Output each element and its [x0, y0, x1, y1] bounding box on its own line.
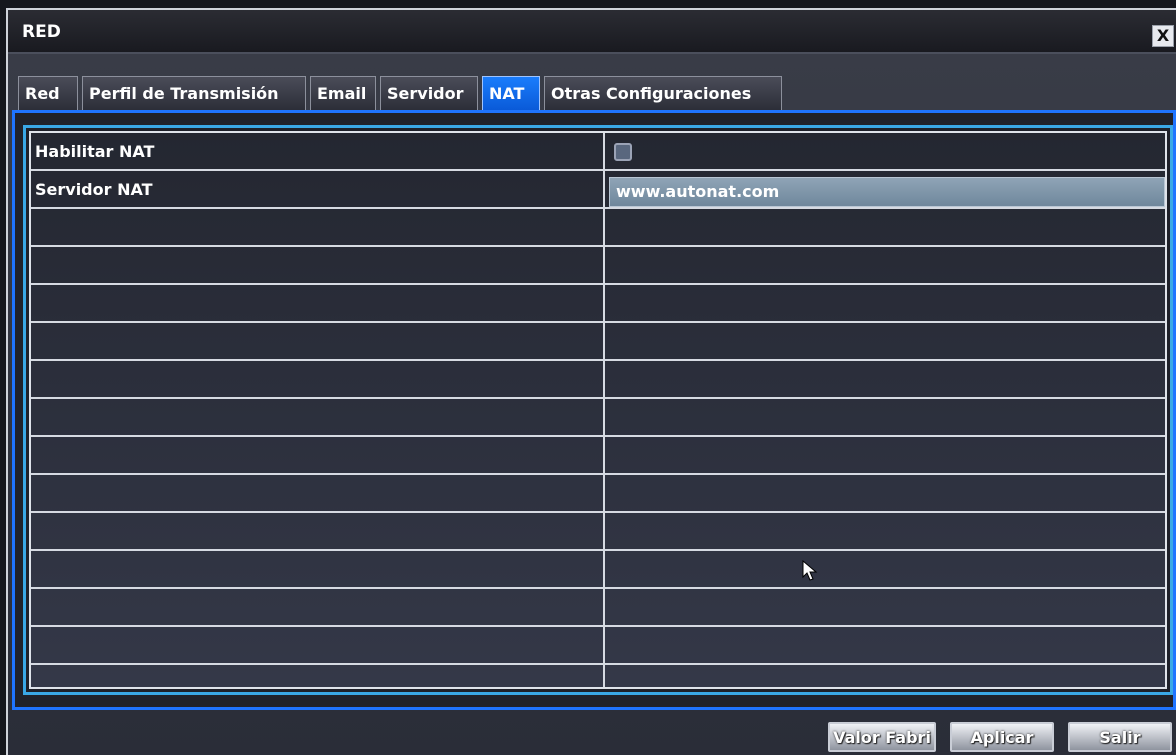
tab-bar: Red Perfil de Transmisión Email Servidor… [18, 76, 786, 112]
table-row: Servidor NAT www.autonat.com [31, 171, 1165, 209]
nat-server-input[interactable]: www.autonat.com [609, 177, 1165, 207]
apply-button[interactable]: Aplicar [950, 722, 1054, 752]
table-row [31, 665, 1165, 687]
table-row [31, 513, 1165, 551]
nat-server-cell: www.autonat.com [605, 171, 1165, 207]
table-row: Habilitar NAT [31, 133, 1165, 171]
tab-email[interactable]: Email [310, 76, 376, 110]
table-row [31, 627, 1165, 665]
settings-table: Habilitar NAT Servidor NAT www.autonat.c… [29, 131, 1167, 689]
close-icon[interactable]: X [1152, 25, 1174, 47]
table-row [31, 589, 1165, 627]
table-row [31, 551, 1165, 589]
dialog-buttons: Valor Fabri Aplicar Salir [814, 722, 1172, 752]
table-row [31, 285, 1165, 323]
window-title: RED [22, 22, 61, 42]
settings-grid: Habilitar NAT Servidor NAT www.autonat.c… [23, 125, 1173, 695]
table-row [31, 209, 1165, 247]
tab-nat[interactable]: NAT [482, 76, 540, 110]
table-row [31, 323, 1165, 361]
title-bar: RED X [8, 10, 1176, 54]
network-settings-window: RED X Red Perfil de Transmisión Email Se… [6, 8, 1176, 755]
table-row [31, 475, 1165, 513]
tab-servidor[interactable]: Servidor [380, 76, 478, 110]
enable-nat-cell [605, 133, 1165, 169]
table-row [31, 361, 1165, 399]
tab-content-panel: Habilitar NAT Servidor NAT www.autonat.c… [12, 110, 1176, 710]
enable-nat-label: Habilitar NAT [35, 141, 155, 161]
tab-red[interactable]: Red [18, 76, 78, 110]
mouse-cursor-icon [802, 560, 818, 581]
table-row [31, 247, 1165, 285]
exit-button[interactable]: Salir [1068, 722, 1172, 752]
table-row [31, 399, 1165, 437]
tab-otras-configuraciones[interactable]: Otras Configuraciones [544, 76, 782, 110]
nat-server-label: Servidor NAT [35, 179, 153, 199]
tab-perfil-de-transmision[interactable]: Perfil de Transmisión [82, 76, 306, 110]
table-row [31, 437, 1165, 475]
factory-default-button[interactable]: Valor Fabri [828, 722, 936, 752]
enable-nat-checkbox[interactable] [614, 143, 632, 161]
